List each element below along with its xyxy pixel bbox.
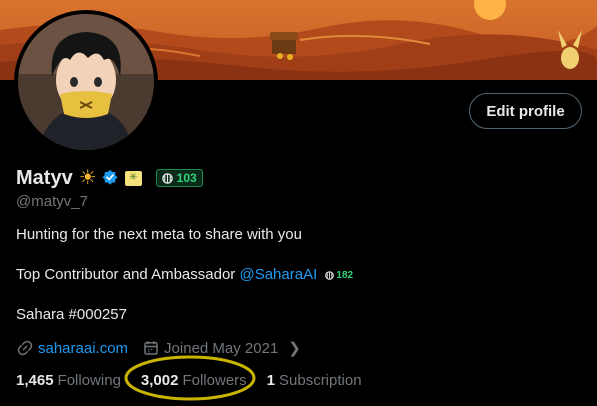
mention-badge-score: 182 — [336, 269, 354, 281]
bio-line-3: Sahara #000257 — [16, 306, 127, 323]
flag-icon[interactable]: ✳ — [124, 170, 142, 186]
followers-link[interactable]: 3,002 Followers — [141, 372, 247, 389]
profile-meta: saharaai.com Joined May 2021 ❯ — [16, 339, 301, 357]
anime-avatar-image — [18, 14, 154, 150]
badge-icon — [325, 270, 335, 280]
avatar[interactable] — [14, 10, 158, 154]
followers-count: 3,002 — [140, 372, 179, 389]
sun-icon: ☀ — [78, 167, 97, 189]
badge-score: 103 — [176, 171, 197, 185]
link-icon — [17, 340, 33, 356]
verified-icon[interactable] — [101, 169, 119, 187]
website-link[interactable]: saharaai.com — [38, 340, 128, 357]
website-item[interactable]: saharaai.com — [16, 339, 128, 357]
subscription-link[interactable]: 1 Subscription — [267, 372, 362, 389]
edit-profile-button[interactable]: Edit profile — [469, 93, 582, 129]
mention-link[interactable]: @SaharaAI — [239, 266, 317, 283]
subscription-label: Subscription — [279, 372, 362, 389]
calendar-icon — [144, 341, 158, 355]
score-badge[interactable]: 103 — [155, 169, 203, 187]
bio-line-1: Hunting for the next meta to share with … — [16, 226, 302, 243]
badge-icon — [161, 172, 173, 184]
subscription-count: 1 — [266, 372, 275, 389]
following-link[interactable]: 1,465 Following — [16, 372, 121, 389]
joined-date: Joined May 2021 — [164, 339, 279, 357]
joined-item[interactable]: Joined May 2021 ❯ — [142, 339, 301, 357]
follow-stats: 1,465 Following 3,002 Followers 1 Subscr… — [16, 372, 362, 389]
following-count: 1,465 — [16, 372, 54, 389]
bio-line-2-text: Top Contributor and Ambassador — [16, 266, 240, 283]
following-label: Following — [57, 372, 121, 389]
display-name: Matyv — [16, 166, 73, 189]
bio-line-2: Top Contributor and Ambassador @SaharaAI… — [16, 266, 353, 283]
mention-badge[interactable]: 182 — [325, 270, 353, 281]
name-row: Matyv ☀ ✳ 103 — [16, 166, 203, 190]
followers-label: Followers — [182, 372, 247, 389]
user-handle: @matyv_7 — [16, 193, 88, 210]
chevron-right-icon[interactable]: ❯ — [288, 339, 301, 357]
